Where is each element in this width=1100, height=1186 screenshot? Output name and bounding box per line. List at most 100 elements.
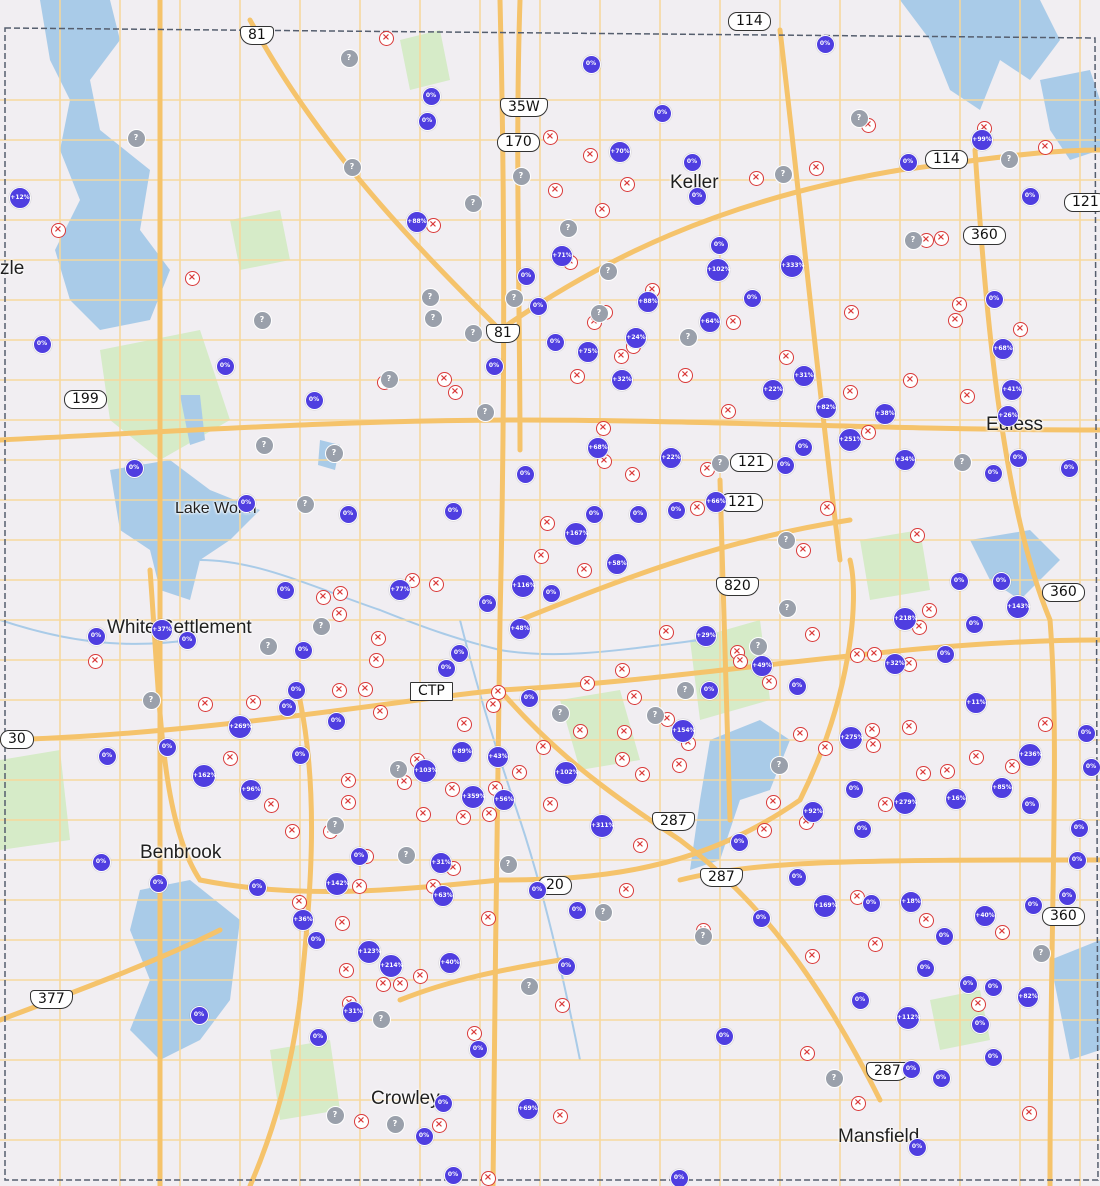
unknown-marker[interactable]: ? — [550, 703, 570, 723]
zero-change-marker[interactable]: 0% — [421, 86, 441, 106]
zero-change-marker[interactable]: 0% — [983, 463, 1003, 483]
no-data-marker[interactable]: × — [804, 948, 820, 964]
no-data-marker[interactable]: × — [480, 910, 496, 926]
no-data-marker[interactable]: × — [720, 403, 736, 419]
growth-marker[interactable]: +92% — [802, 801, 824, 823]
zero-change-marker[interactable]: 0% — [1067, 850, 1087, 870]
zero-change-marker[interactable]: 0% — [669, 1168, 689, 1186]
zero-change-marker[interactable]: 0% — [236, 493, 256, 513]
no-data-marker[interactable]: × — [866, 646, 882, 662]
growth-marker[interactable]: +64% — [699, 311, 721, 333]
no-data-marker[interactable]: × — [535, 739, 551, 755]
no-data-marker[interactable]: × — [284, 823, 300, 839]
no-data-marker[interactable]: × — [447, 384, 463, 400]
no-data-marker[interactable]: × — [632, 837, 648, 853]
growth-marker[interactable]: +123% — [357, 940, 382, 964]
growth-marker[interactable]: +143% — [1006, 595, 1031, 619]
unknown-marker[interactable]: ? — [776, 530, 796, 550]
zero-change-marker[interactable]: 0% — [709, 235, 729, 255]
no-data-marker[interactable]: × — [817, 740, 833, 756]
zero-change-marker[interactable]: 0% — [775, 455, 795, 475]
no-data-marker[interactable]: × — [860, 424, 876, 440]
growth-marker[interactable]: +22% — [762, 379, 784, 401]
zero-change-marker[interactable]: 0% — [1059, 458, 1079, 478]
zero-change-marker[interactable]: 0% — [449, 643, 469, 663]
growth-marker[interactable]: +77% — [389, 579, 411, 601]
no-data-marker[interactable]: × — [197, 696, 213, 712]
unknown-marker[interactable]: ? — [258, 636, 278, 656]
no-data-marker[interactable]: × — [677, 367, 693, 383]
no-data-marker[interactable]: × — [939, 763, 955, 779]
unknown-marker[interactable]: ? — [371, 1009, 391, 1029]
growth-marker[interactable]: +85% — [991, 777, 1013, 799]
growth-marker[interactable]: +40% — [974, 905, 996, 927]
growth-marker[interactable]: +162% — [192, 764, 217, 788]
growth-marker[interactable]: +167% — [564, 522, 589, 546]
no-data-marker[interactable]: × — [331, 606, 347, 622]
unknown-marker[interactable]: ? — [324, 443, 344, 463]
zero-change-marker[interactable]: 0% — [844, 779, 864, 799]
growth-marker[interactable]: +103% — [413, 759, 438, 783]
no-data-marker[interactable]: × — [901, 719, 917, 735]
no-data-marker[interactable]: × — [372, 704, 388, 720]
growth-marker[interactable]: +88% — [637, 291, 659, 313]
unknown-marker[interactable]: ? — [598, 261, 618, 281]
growth-marker[interactable]: +11% — [965, 692, 987, 714]
growth-marker[interactable]: +12% — [9, 187, 31, 209]
no-data-marker[interactable]: × — [455, 809, 471, 825]
zero-change-marker[interactable]: 0% — [787, 867, 807, 887]
no-data-marker[interactable]: × — [970, 996, 986, 1012]
growth-marker[interactable]: +22% — [660, 447, 682, 469]
zero-change-marker[interactable]: 0% — [97, 746, 117, 766]
zero-change-marker[interactable]: 0% — [528, 296, 548, 316]
zero-change-marker[interactable]: 0% — [177, 630, 197, 650]
no-data-marker[interactable]: × — [689, 500, 705, 516]
zero-change-marker[interactable]: 0% — [468, 1039, 488, 1059]
zero-change-marker[interactable]: 0% — [91, 852, 111, 872]
growth-marker[interactable]: +41% — [1001, 379, 1023, 401]
no-data-marker[interactable]: × — [909, 527, 925, 543]
zero-change-marker[interactable]: 0% — [293, 640, 313, 660]
zero-change-marker[interactable]: 0% — [983, 1047, 1003, 1067]
growth-marker[interactable]: +102% — [554, 761, 579, 785]
growth-marker[interactable]: +75% — [577, 341, 599, 363]
zero-change-marker[interactable]: 0% — [484, 356, 504, 376]
growth-marker[interactable]: +214% — [379, 954, 404, 978]
no-data-marker[interactable]: × — [658, 624, 674, 640]
no-data-marker[interactable]: × — [618, 882, 634, 898]
no-data-marker[interactable]: × — [315, 589, 331, 605]
zero-change-marker[interactable]: 0% — [628, 504, 648, 524]
growth-marker[interactable]: +88% — [406, 211, 428, 233]
no-data-marker[interactable]: × — [933, 230, 949, 246]
growth-marker[interactable]: +311% — [590, 814, 615, 838]
zero-change-marker[interactable]: 0% — [1069, 818, 1089, 838]
no-data-marker[interactable]: × — [877, 796, 893, 812]
growth-marker[interactable]: +69% — [517, 1098, 539, 1120]
zero-change-marker[interactable]: 0% — [958, 974, 978, 994]
growth-marker[interactable]: +63% — [432, 885, 454, 907]
zero-change-marker[interactable]: 0% — [275, 580, 295, 600]
zero-change-marker[interactable]: 0% — [915, 958, 935, 978]
no-data-marker[interactable]: × — [184, 270, 200, 286]
zero-change-marker[interactable]: 0% — [443, 501, 463, 521]
no-data-marker[interactable]: × — [554, 997, 570, 1013]
growth-marker[interactable]: +279% — [893, 791, 918, 815]
zero-change-marker[interactable]: 0% — [1008, 448, 1028, 468]
zero-change-marker[interactable]: 0% — [515, 464, 535, 484]
no-data-marker[interactable]: × — [415, 806, 431, 822]
no-data-marker[interactable]: × — [968, 749, 984, 765]
zero-change-marker[interactable]: 0% — [682, 152, 702, 172]
growth-marker[interactable]: +269% — [228, 715, 253, 739]
growth-marker[interactable]: +96% — [240, 779, 262, 801]
no-data-marker[interactable]: × — [334, 915, 350, 931]
zero-change-marker[interactable]: 0% — [1057, 886, 1077, 906]
zero-change-marker[interactable]: 0% — [519, 688, 539, 708]
no-data-marker[interactable]: × — [756, 822, 772, 838]
no-data-marker[interactable]: × — [50, 222, 66, 238]
no-data-marker[interactable]: × — [1012, 321, 1028, 337]
unknown-marker[interactable]: ? — [420, 287, 440, 307]
no-data-marker[interactable]: × — [808, 160, 824, 176]
zero-change-marker[interactable]: 0% — [714, 1026, 734, 1046]
no-data-marker[interactable]: × — [332, 585, 348, 601]
no-data-marker[interactable]: × — [867, 936, 883, 952]
